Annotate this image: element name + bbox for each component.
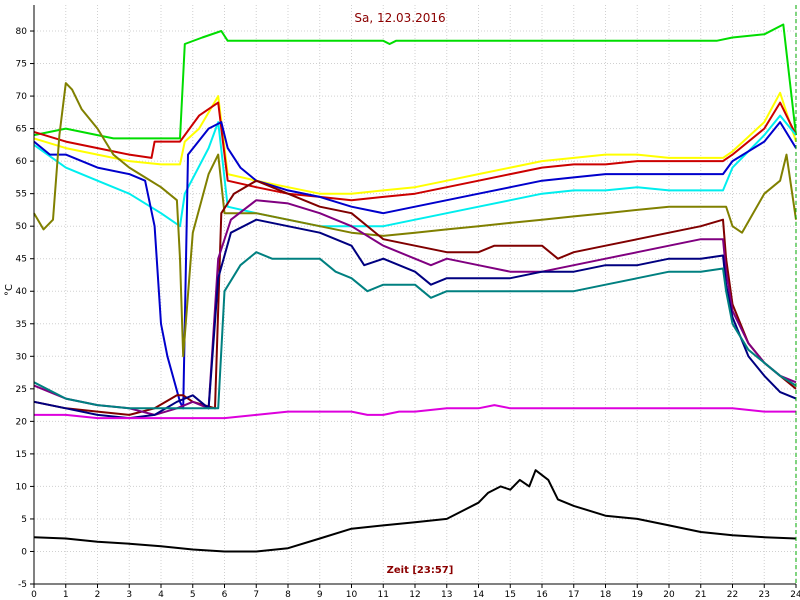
x-tick-label: 21 bbox=[695, 590, 706, 600]
y-tick-label: 55 bbox=[16, 190, 27, 200]
chart-title: Sa, 12.03.2016 bbox=[354, 11, 445, 25]
y-tick-label: 30 bbox=[16, 352, 28, 362]
series-line-1 bbox=[33, 23, 797, 140]
y-axis-label: °C bbox=[4, 284, 15, 296]
x-tick-label: 1 bbox=[63, 590, 69, 600]
x-axis-label: Zeit [23:57] bbox=[387, 565, 454, 576]
x-tick-label: 23 bbox=[759, 590, 770, 600]
x-tick-label: 11 bbox=[378, 590, 389, 600]
y-tick-label: 15 bbox=[16, 450, 27, 460]
y-tick-label: 40 bbox=[16, 287, 28, 297]
x-tick-label: 16 bbox=[536, 590, 548, 600]
x-tick-label: 24 bbox=[790, 590, 800, 600]
y-tick-label: 65 bbox=[16, 125, 27, 135]
y-tick-label: 50 bbox=[16, 222, 28, 232]
y-tick-label: 5 bbox=[21, 515, 27, 525]
y-tick-label: 80 bbox=[16, 27, 28, 37]
y-tick-label: 25 bbox=[16, 385, 27, 395]
x-tick-label: 8 bbox=[285, 590, 291, 600]
x-tick-label: 15 bbox=[505, 590, 516, 600]
y-tick-label: 60 bbox=[16, 157, 28, 167]
x-tick-label: 0 bbox=[31, 590, 37, 600]
y-tick-label: 35 bbox=[16, 320, 27, 330]
y-tick-label: 45 bbox=[16, 255, 27, 265]
x-tick-label: 12 bbox=[409, 590, 420, 600]
x-tick-label: 19 bbox=[632, 590, 644, 600]
y-tick-label: 75 bbox=[16, 60, 27, 70]
grid bbox=[33, 5, 797, 585]
x-tick-label: 3 bbox=[126, 590, 132, 600]
x-tick-label: 6 bbox=[222, 590, 228, 600]
y-tick-labels: -5 0 5 10 15 20 25 30 35 40 45 50 55 60 65 70 75 80 bbox=[16, 27, 34, 590]
x-tick-label: 4 bbox=[158, 590, 164, 600]
x-tick-label: 10 bbox=[346, 590, 358, 600]
x-tick-label: 20 bbox=[663, 590, 675, 600]
x-tick-label: 2 bbox=[95, 590, 101, 600]
y-tick-label: 70 bbox=[16, 92, 28, 102]
y-tick-label: 10 bbox=[16, 482, 28, 492]
y-tick-label: -5 bbox=[18, 580, 27, 590]
x-tick-label: 22 bbox=[727, 590, 738, 600]
y-tick-label: 0 bbox=[21, 547, 27, 557]
x-tick-labels: 0 1 2 3 4 5 6 7 8 9 10 11 12 13 14 15 16 17 18 19 20 21 22 23 24 bbox=[31, 584, 800, 600]
x-tick-label: 18 bbox=[600, 590, 612, 600]
x-tick-label: 5 bbox=[190, 590, 196, 600]
y-tick-label: 20 bbox=[16, 417, 28, 427]
x-tick-label: 9 bbox=[317, 590, 323, 600]
x-tick-label: 13 bbox=[441, 590, 452, 600]
x-tick-label: 7 bbox=[253, 590, 259, 600]
x-tick-label: 17 bbox=[568, 590, 579, 600]
x-tick-label: 14 bbox=[473, 590, 485, 600]
temperature-chart: -505101520253035404550556065707580 01234… bbox=[4, 5, 800, 600]
